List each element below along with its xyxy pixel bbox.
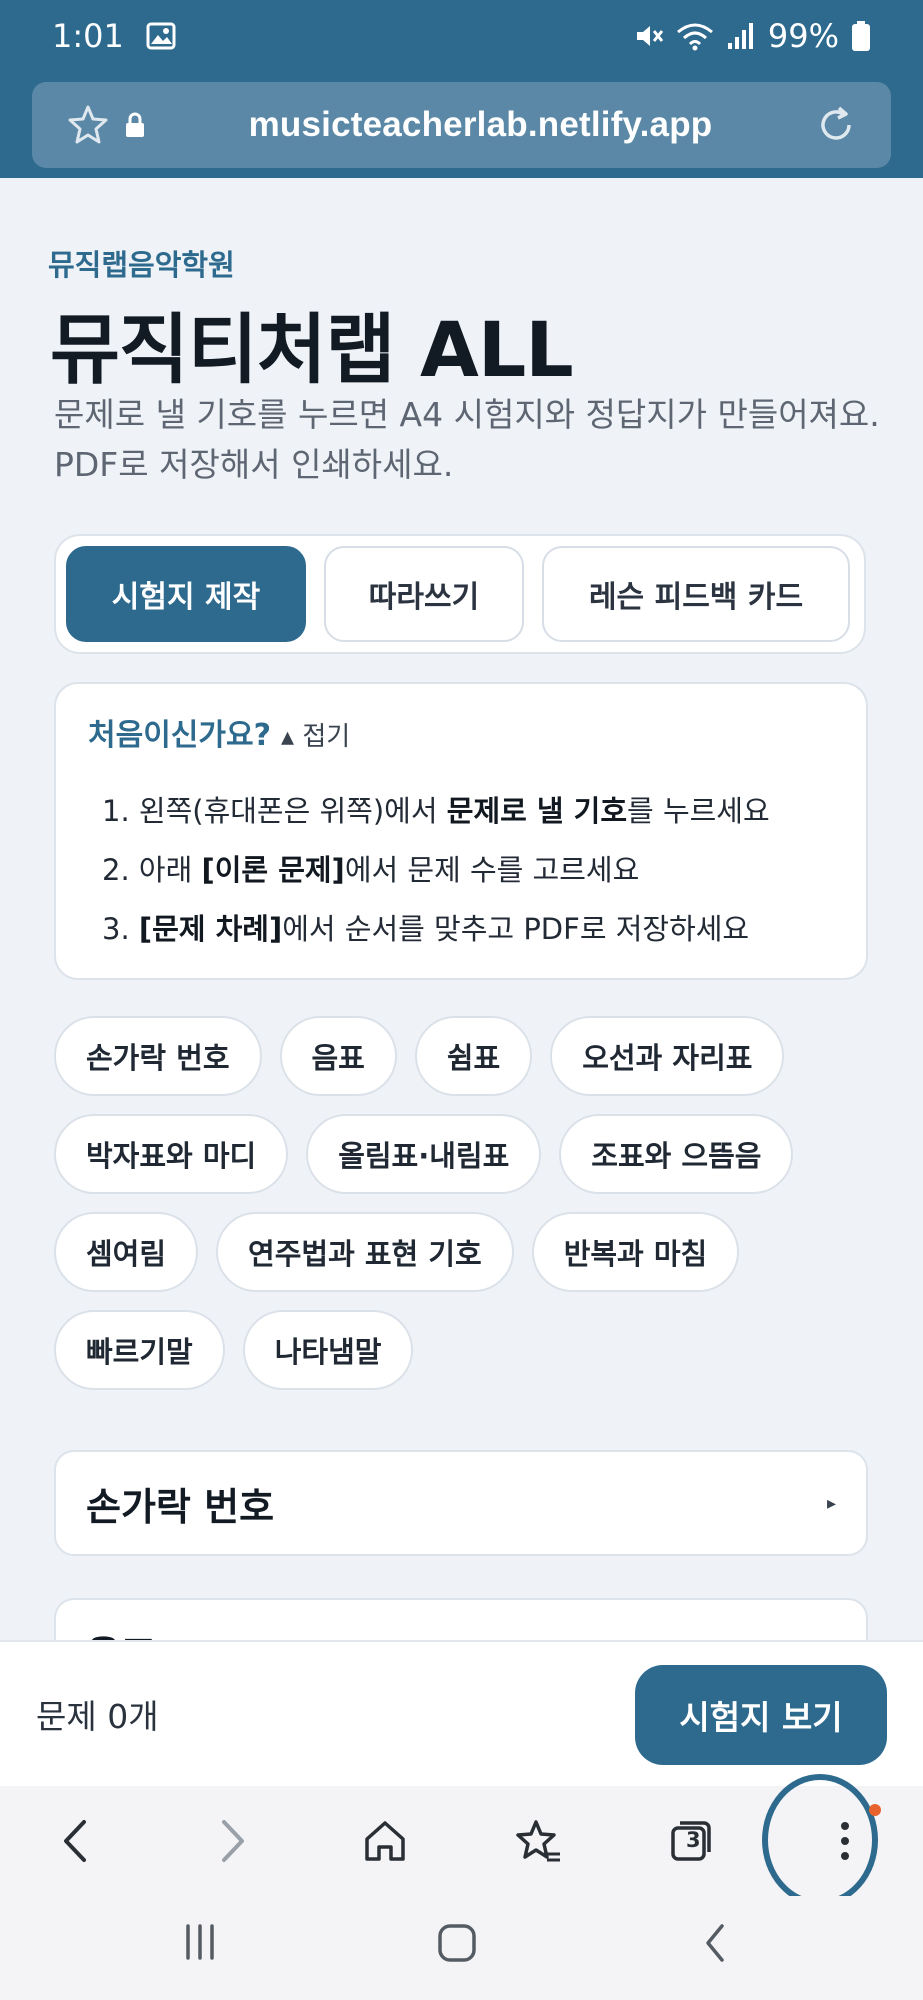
page-subtitle: 문제로 낼 기호를 누르면 A4 시험지와 정답지가 만들어져요. PDF로 저… [54,395,880,484]
bookmark-star-icon[interactable] [66,103,110,147]
system-navigation-bar [0,1896,923,2000]
getting-started-box: 처음이신가요? ▴ 접기 1. 왼쪽(휴대폰은 위쪽)에서 문제로 낼 기호를 … [54,682,868,980]
help-step: 2. 아래 [이론 문제]에서 문제 수를 고르세요 [102,853,640,887]
chip-sharps-flats[interactable]: 올림표·내림표 [306,1114,542,1194]
chip-time-signature-measures[interactable]: 박자표와 마디 [54,1114,289,1194]
gallery-icon [146,22,176,50]
recent-apps-icon[interactable] [180,1922,220,1962]
system-back-icon[interactable] [700,1922,730,1964]
forward-icon[interactable] [200,1808,266,1874]
help-title: 처음이신가요? [88,718,272,753]
chip-notes[interactable]: 음표 [279,1016,397,1096]
view-exam-button[interactable]: 시험지 보기 [635,1665,887,1765]
chip-expression-terms[interactable]: 나타냄말 [242,1310,414,1390]
chip-repeats-endings[interactable]: 반복과 마침 [531,1212,740,1292]
notification-dot [869,1804,881,1816]
question-count: 문제 0개 [36,1697,159,1736]
browser-top-chrome: 1:01 99% musicteacherlab.netlify.app [0,0,923,178]
symbol-chip-list: 손가락 번호 음표 쉼표 오선과 자리표 박자표와 마디 올림표·내림표 조표와… [54,1016,884,1390]
mute-icon [634,21,664,51]
chip-dynamics[interactable]: 셈여림 [54,1212,199,1292]
expand-arrow-icon: ▸ [826,1492,836,1514]
chip-articulation-expression[interactable]: 연주법과 표현 기호 [216,1212,514,1292]
help-steps: 1. 왼쪽(휴대폰은 위쪽)에서 문제로 낼 기호를 누르세요 2. 아래 [이… [102,782,770,959]
bottom-action-bar: 문제 0개 시험지 보기 [0,1640,923,1786]
chip-tempo-terms[interactable]: 빠르기말 [54,1310,225,1390]
reload-icon[interactable] [815,104,857,146]
collapse-toggle[interactable]: ▴ 접기 [281,716,350,753]
battery-level: 99% [767,17,839,55]
mode-tabs: 시험지 제작 따라쓰기 레슨 피드백 카드 [54,534,866,654]
tab-tracing[interactable]: 따라쓰기 [324,546,524,642]
section-title: 음표 [86,1624,156,1641]
tab-exam-maker[interactable]: 시험지 제작 [66,546,306,642]
battery-icon [851,20,871,52]
chip-staff-and-clefs[interactable]: 오선과 자리표 [550,1016,785,1096]
status-time: 1:01 [52,17,124,55]
section-notes[interactable]: 음표 ▸ [54,1598,868,1640]
url-text[interactable]: musicteacherlab.netlify.app [146,105,815,145]
tab-count: 3 [686,1828,701,1852]
chip-finger-numbers[interactable]: 손가락 번호 [54,1016,262,1096]
back-icon[interactable] [42,1808,108,1874]
address-bar[interactable]: musicteacherlab.netlify.app [32,82,891,168]
status-bar: 1:01 99% [0,0,923,72]
section-finger-numbers[interactable]: 손가락 번호 ▸ [54,1450,868,1556]
academy-name: 뮤직랩음악학원 [48,248,235,282]
tabs-icon[interactable]: 3 [658,1808,724,1874]
home-icon[interactable] [352,1808,418,1874]
chip-rests[interactable]: 쉼표 [414,1016,533,1096]
section-title: 손가락 번호 [86,1484,275,1529]
lock-icon [124,112,146,138]
page-content: 뮤직랩음악학원 뮤직티처랩 ALL 문제로 낼 기호를 누르면 A4 시험지와 … [0,178,923,1640]
tab-lesson-feedback-card[interactable]: 레슨 피드백 카드 [542,546,850,642]
help-step: 1. 왼쪽(휴대폰은 위쪽)에서 문제로 낼 기호를 누르세요 [102,794,770,828]
highlight-ring [762,1774,878,1906]
page-title: 뮤직티처랩 ALL [50,305,574,394]
wifi-icon [676,21,714,51]
home-button-icon[interactable] [436,1922,478,1964]
bookmarks-icon[interactable] [505,1808,571,1874]
help-step: 3. [문제 차례]에서 순서를 맞추고 PDF로 저장하세요 [102,912,750,946]
chip-key-signature-tonic[interactable]: 조표와 으뜸음 [559,1114,794,1194]
signal-icon [726,21,756,51]
